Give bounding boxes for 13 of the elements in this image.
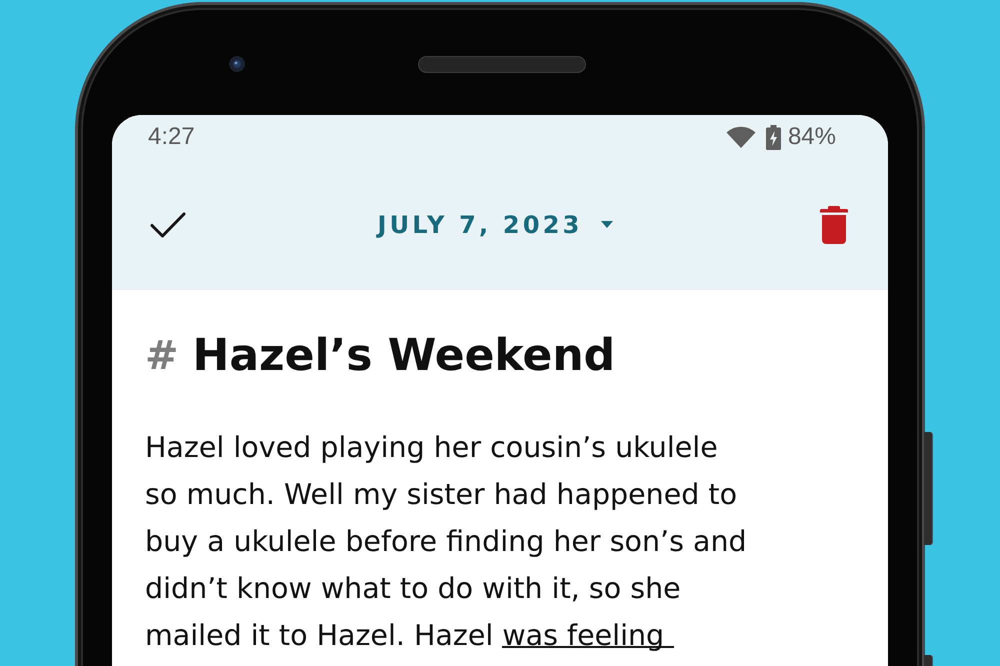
speaker-grille-icon (418, 56, 586, 72)
camera-lens-icon (229, 56, 245, 72)
wifi-icon (726, 126, 756, 148)
heading-marker: # (145, 332, 179, 381)
note-title: Hazel’s Weekend (192, 329, 616, 383)
date-dropdown[interactable]: JULY 7, 2023 (371, 206, 619, 242)
trash-icon (820, 206, 848, 244)
battery-percentage: 84% (788, 123, 836, 151)
note-body: Hazel loved playing her cousin’s ukulele so much. Well my sister had happened to buy a ukulele before finding her son’s and didn’t know what to do with it, so she mailed it to Hazel. Hazel was feeling (145, 430, 748, 654)
status-time: 4:27 (148, 123, 195, 151)
check-icon (150, 212, 186, 238)
caret-icon (600, 221, 613, 228)
battery-charging-icon (766, 124, 781, 150)
